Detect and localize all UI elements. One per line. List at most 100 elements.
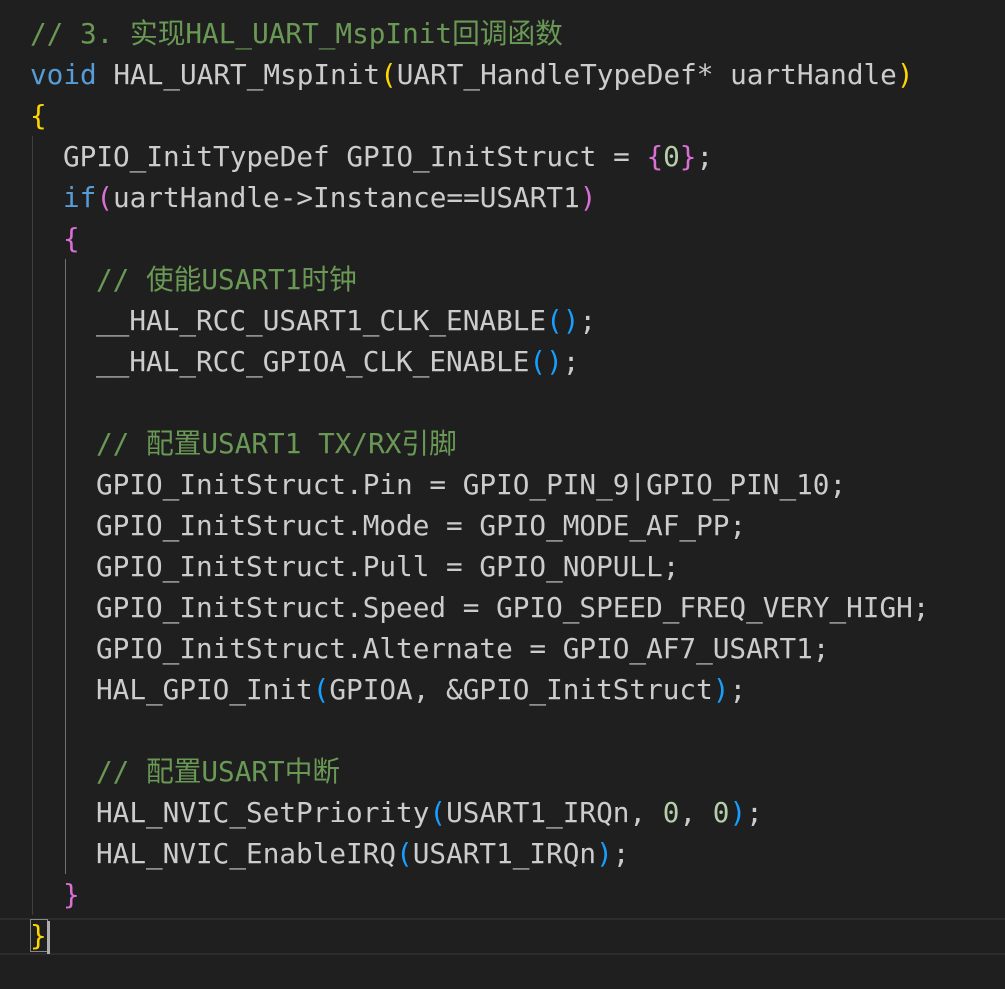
code-line[interactable]: __HAL_RCC_GPIOA_CLK_ENABLE(); [0, 341, 1005, 382]
code-text[interactable]: if(uartHandle->Instance==USART1) [63, 177, 596, 218]
text-cursor [47, 921, 50, 954]
code-token-text: HAL_NVIC_SetPriority [96, 796, 430, 829]
indent-guide [65, 833, 66, 874]
code-line[interactable]: __HAL_RCC_USART1_CLK_ENABLE(); [0, 300, 1005, 341]
code-line[interactable]: { [0, 95, 1005, 136]
code-text[interactable]: GPIO_InitTypeDef GPIO_InitStruct = {0}; [63, 136, 713, 177]
code-line[interactable]: // 配置USART中断 [0, 751, 1005, 792]
code-text[interactable]: HAL_NVIC_SetPriority(USART1_IRQn, 0, 0); [96, 792, 763, 833]
code-line[interactable]: if(uartHandle->Instance==USART1) [0, 177, 1005, 218]
code-text[interactable]: GPIO_InitStruct.Pin = GPIO_PIN_9|GPIO_PI… [96, 464, 846, 505]
code-token-comment: // 配置USART1 TX/RX引脚 [96, 427, 457, 460]
code-line[interactable]: GPIO_InitStruct.Pull = GPIO_NOPULL; [0, 546, 1005, 587]
code-line[interactable]: // 使能USART1时钟 [0, 259, 1005, 300]
code-token-text: UART_HandleTypeDef* uartHandle [396, 58, 897, 91]
code-line[interactable]: HAL_NVIC_SetPriority(USART1_IRQn, 0, 0); [0, 792, 1005, 833]
code-editor[interactable]: // 3. 实现HAL_UART_MspInit回调函数 void HAL_UAR… [0, 0, 1005, 989]
code-token-bracket-gold: ( [380, 58, 397, 91]
code-token-text: USART1_IRQn [412, 837, 597, 870]
code-token-bracket-purple: { [646, 140, 664, 173]
code-text[interactable]: HAL_NVIC_EnableIRQ(USART1_IRQn); [96, 833, 629, 874]
code-token-text: __HAL_RCC_USART1_CLK_ENABLE [96, 304, 547, 337]
indent-guide [32, 628, 33, 669]
code-line[interactable]: // 配置USART1 TX/RX引脚 [0, 423, 1005, 464]
indent-guide [32, 669, 33, 710]
code-line[interactable]: GPIO_InitStruct.Pin = GPIO_PIN_9|GPIO_PI… [0, 464, 1005, 505]
code-line[interactable]: GPIO_InitTypeDef GPIO_InitStruct = {0}; [0, 136, 1005, 177]
code-text[interactable]: { [63, 218, 80, 259]
code-text[interactable]: // 使能USART1时钟 [96, 259, 357, 300]
code-line[interactable]: HAL_GPIO_Init(GPIOA, &GPIO_InitStruct); [0, 669, 1005, 710]
code-token-bracket-blue: ) [596, 837, 613, 870]
code-text[interactable]: __HAL_RCC_USART1_CLK_ENABLE(); [96, 300, 596, 341]
code-line[interactable]: GPIO_InitStruct.Speed = GPIO_SPEED_FREQ_… [0, 587, 1005, 628]
code-text[interactable]: GPIO_InitStruct.Mode = GPIO_MODE_AF_PP; [96, 505, 746, 546]
code-token-bracket-purple: ( [96, 181, 114, 214]
code-token-bracket-gold: } [30, 919, 47, 952]
indent-guide [65, 382, 66, 423]
code-token-bracket-purple: } [63, 878, 80, 911]
code-line[interactable]: GPIO_InitStruct.Alternate = GPIO_AF7_USA… [0, 628, 1005, 669]
code-token-text: GPIO_InitStruct.Pin = GPIO_PIN_9|GPIO_PI… [96, 468, 847, 501]
code-line[interactable]: } [0, 874, 1005, 915]
indent-guide [65, 669, 66, 710]
code-token-text: GPIO_InitStruct.Pull = GPIO_NOPULL; [96, 550, 680, 583]
indent-guide [65, 300, 66, 341]
code-text[interactable]: HAL_GPIO_Init(GPIOA, &GPIO_InitStruct); [96, 669, 746, 710]
code-text[interactable]: // 配置USART1 TX/RX引脚 [96, 423, 457, 464]
code-token-comment: // 配置USART中断 [96, 755, 341, 788]
code-token-bracket-purple: { [63, 222, 80, 255]
code-token-text: , [679, 796, 713, 829]
indent-guide [65, 792, 66, 833]
code-line[interactable]: HAL_NVIC_EnableIRQ(USART1_IRQn); [0, 833, 1005, 874]
indent-guide [65, 751, 66, 792]
code-line[interactable]: void HAL_UART_MspInit(UART_HandleTypeDef… [0, 54, 1005, 95]
indent-guide [65, 628, 66, 669]
indent-guide [32, 423, 33, 464]
code-token-text: ; [696, 140, 714, 173]
code-text[interactable]: GPIO_InitStruct.Speed = GPIO_SPEED_FREQ_… [96, 587, 929, 628]
indent-guide [32, 874, 33, 915]
indent-guide [32, 259, 33, 300]
code-text[interactable]: } [30, 915, 47, 956]
indent-guide [65, 587, 66, 628]
indent-guide [65, 505, 66, 546]
code-line[interactable]: } [0, 915, 1005, 956]
code-text[interactable]: } [63, 874, 80, 915]
code-token-bracket-blue: ) [729, 796, 747, 829]
indent-guide [32, 464, 33, 505]
indent-guide [32, 382, 33, 423]
code-token-text: ; [746, 796, 763, 829]
code-text[interactable]: { [30, 95, 47, 136]
code-token-text: ; [562, 345, 580, 378]
indent-guide [32, 833, 33, 874]
code-text[interactable]: // 配置USART中断 [96, 751, 340, 792]
code-line[interactable]: // 3. 实现HAL_UART_MspInit回调函数 [0, 13, 1005, 54]
code-text[interactable]: void HAL_UART_MspInit(UART_HandleTypeDef… [30, 54, 914, 95]
code-line[interactable] [0, 710, 1005, 751]
indent-guide [32, 177, 33, 218]
code-token-text: GPIOA, &GPIO_InitStruct [329, 673, 713, 706]
code-token-text: GPIO_InitStruct.Speed = GPIO_SPEED_FREQ_… [96, 591, 930, 624]
code-text[interactable]: // 3. 实现HAL_UART_MspInit回调函数 [30, 13, 563, 54]
code-token-number: 0 [663, 140, 680, 173]
code-line[interactable]: { [0, 218, 1005, 259]
indent-guide [32, 218, 33, 259]
code-line[interactable] [0, 382, 1005, 423]
indent-guide [32, 792, 33, 833]
code-token-comment: // 使能USART1时钟 [96, 263, 357, 296]
indent-guide [65, 464, 66, 505]
indent-guide [32, 300, 33, 341]
indent-guide [32, 751, 33, 792]
code-token-bracket-blue: ( [429, 796, 447, 829]
code-token-text: USART1_IRQn, [446, 796, 663, 829]
code-token-text: HAL_NVIC_EnableIRQ [96, 837, 397, 870]
indent-guide [32, 341, 33, 382]
code-line[interactable]: GPIO_InitStruct.Mode = GPIO_MODE_AF_PP; [0, 505, 1005, 546]
code-text[interactable]: GPIO_InitStruct.Pull = GPIO_NOPULL; [96, 546, 679, 587]
code-token-bracket-blue: () [529, 345, 563, 378]
code-text[interactable]: __HAL_RCC_GPIOA_CLK_ENABLE(); [96, 341, 579, 382]
code-text[interactable]: GPIO_InitStruct.Alternate = GPIO_AF7_USA… [96, 628, 829, 669]
indent-guide [32, 710, 33, 751]
code-token-number: 0 [662, 796, 680, 829]
